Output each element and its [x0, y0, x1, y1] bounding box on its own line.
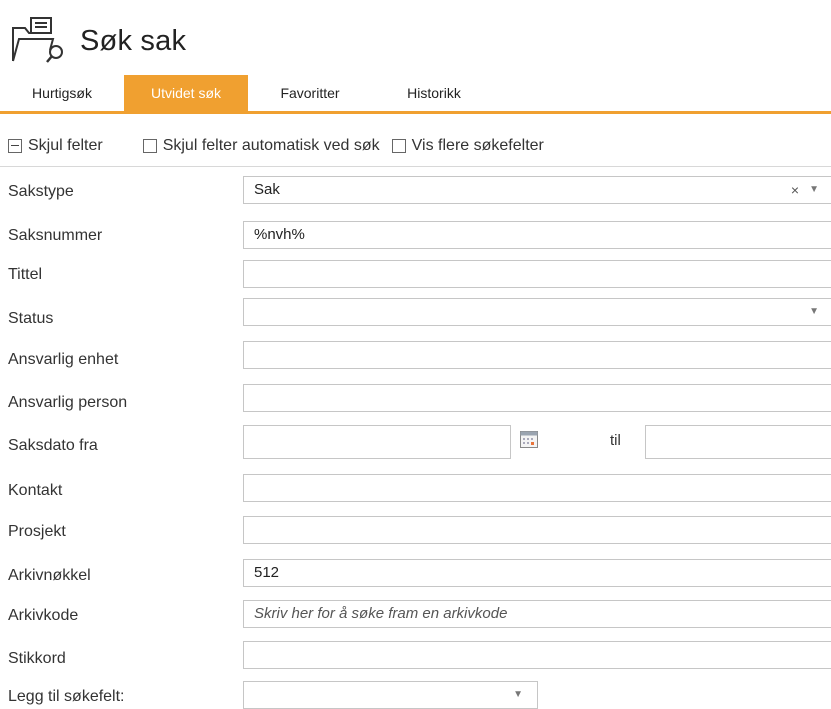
ansvarlig-person-input[interactable] [243, 384, 831, 412]
saksdato-fra-label: Saksdato fra [8, 437, 98, 454]
search-options: Skjul felter Skjul felter automatisk ved… [8, 134, 544, 158]
arkivnokkel-input[interactable]: 512 [243, 559, 831, 587]
checkbox-icon [391, 139, 406, 153]
tittel-label: Tittel [8, 266, 43, 283]
saksdato-til-label: til [610, 432, 621, 449]
sakstype-value: Sak [254, 181, 280, 198]
divider [0, 166, 831, 167]
arkivkode-label: Arkivkode [8, 607, 79, 624]
sakstype-select[interactable]: Sak × ▼ [243, 176, 831, 204]
ansvarlig-person-label: Ansvarlig person [8, 394, 128, 411]
tab-bar: Hurtigsøk Utvidet søk Favoritter Histori… [0, 75, 831, 114]
prosjekt-input[interactable] [243, 516, 831, 544]
ansvarlig-enhet-input[interactable] [243, 341, 831, 369]
arkivkode-placeholder: Skriv her for å søke fram en arkivkode [254, 605, 508, 622]
page-title: Søk sak [80, 24, 187, 57]
saksdato-fra-input[interactable] [243, 425, 511, 459]
stikkord-input[interactable] [243, 641, 831, 669]
ansvarlig-enhet-label: Ansvarlig enhet [8, 351, 119, 368]
kontakt-input[interactable] [243, 474, 831, 502]
folder-search-icon [10, 14, 70, 69]
saksnummer-input[interactable]: %nvh% [243, 221, 831, 249]
chevron-down-icon[interactable]: ▼ [513, 682, 523, 708]
clear-icon[interactable]: × [791, 177, 799, 203]
add-search-field-select[interactable]: ▼ [243, 681, 538, 709]
tittel-input[interactable] [243, 260, 831, 288]
saksnummer-label: Saksnummer [8, 227, 103, 244]
status-label: Status [8, 310, 54, 327]
hide-fields-toggle[interactable]: Skjul felter [8, 137, 103, 155]
status-select[interactable]: ▼ [243, 298, 831, 326]
saksdato-til-input[interactable] [645, 425, 831, 459]
more-fields-label: Vis flere søkefelter [411, 137, 544, 154]
sakstype-label: Sakstype [8, 183, 74, 200]
hide-fields-label: Skjul felter [28, 137, 103, 154]
add-search-field-label: Legg til søkefelt: [8, 688, 125, 705]
tab-historikk[interactable]: Historikk [372, 75, 496, 111]
chevron-down-icon[interactable]: ▼ [809, 299, 819, 325]
collapse-icon [8, 139, 22, 153]
tab-hurtigsok[interactable]: Hurtigsøk [0, 75, 124, 111]
auto-hide-label: Skjul felter automatisk ved søk [162, 137, 380, 154]
kontakt-label: Kontakt [8, 482, 63, 499]
stikkord-label: Stikkord [8, 650, 66, 667]
arkivkode-input[interactable]: Skriv her for å søke fram en arkivkode [243, 600, 831, 628]
calendar-icon[interactable] [520, 431, 538, 448]
tab-favoritter[interactable]: Favoritter [248, 75, 372, 111]
tab-utvidet-sok[interactable]: Utvidet søk [124, 75, 248, 111]
chevron-down-icon[interactable]: ▼ [809, 177, 819, 203]
auto-hide-checkbox[interactable]: Skjul felter automatisk ved søk [142, 137, 380, 155]
prosjekt-label: Prosjekt [8, 523, 66, 540]
checkbox-icon [142, 139, 157, 153]
page-header: Søk sak [10, 16, 186, 66]
more-fields-checkbox[interactable]: Vis flere søkefelter [391, 137, 544, 155]
arkivnokkel-label: Arkivnøkkel [8, 567, 91, 584]
